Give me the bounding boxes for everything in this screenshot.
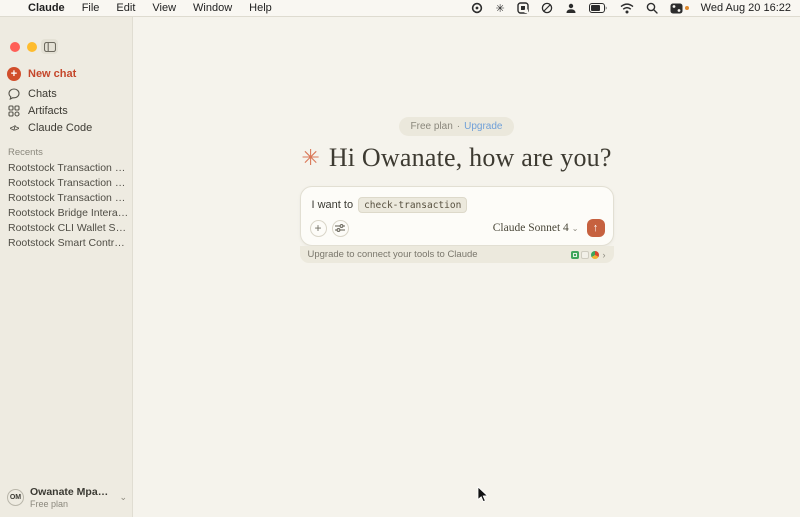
claude-menubar-icon[interactable]: ✳ <box>495 2 504 15</box>
app-badge-icon[interactable] <box>517 2 529 15</box>
chevron-down-icon: ⌄ <box>572 224 579 233</box>
send-button[interactable]: ↑ <box>587 219 605 237</box>
menu-file[interactable]: File <box>82 2 100 14</box>
avatar: OM <box>7 489 24 506</box>
plan-badge-text: Free plan <box>411 121 453 132</box>
minimize-window-button[interactable] <box>27 42 37 52</box>
connect-tools-banner[interactable]: Upgrade to connect your tools to Claude … <box>300 246 614 263</box>
sidebar-item-label: Chats <box>28 88 57 100</box>
artifacts-grid-icon <box>7 105 21 117</box>
main-content: Free plan · Upgrade ✳ Hi Owanate, how ar… <box>133 17 800 517</box>
connect-tools-label: Upgrade to connect your tools to Claude <box>308 249 571 260</box>
user-plan: Free plan <box>30 499 113 509</box>
recent-chat-item[interactable]: Rootstock Transaction Verification <box>8 177 130 189</box>
greeting-text: Hi Owanate, how are you? <box>329 143 612 173</box>
tool-app-icons <box>571 251 599 259</box>
menubar-clock[interactable]: Wed Aug 20 16:22 <box>701 2 791 14</box>
tool-icon-gray <box>581 251 589 259</box>
code-token-pill: check-transaction <box>358 197 467 213</box>
upgrade-link[interactable]: Upgrade <box>464 121 502 132</box>
shield-slash-icon[interactable] <box>541 2 553 15</box>
attach-button[interactable]: + <box>310 220 327 237</box>
recent-chat-item[interactable]: Rootstock Bridge Interaction <box>8 207 130 219</box>
menubar: Claude File Edit View Window Help ✳ <box>0 0 800 17</box>
tools-settings-button[interactable] <box>332 220 349 237</box>
recent-chat-item[interactable]: Rootstock Transaction Verification <box>8 192 130 204</box>
claude-starburst-icon: ✳ <box>301 147 319 169</box>
composer-input[interactable]: I want to check-transaction <box>312 197 468 213</box>
close-window-button[interactable] <box>10 42 20 52</box>
spotlight-search-icon[interactable] <box>646 2 658 15</box>
sidebar-item-label: Claude Code <box>28 122 92 134</box>
model-name: Claude Sonnet 4 <box>493 222 569 234</box>
recent-chat-item[interactable]: Rootstock Transaction Check <box>8 162 130 174</box>
user-name: Owanate Mpakaboari A... <box>30 486 113 498</box>
tool-icon-green <box>571 251 579 259</box>
message-composer[interactable]: I want to check-transaction + Claude Son… <box>300 186 614 246</box>
dot-circle-icon[interactable] <box>471 2 483 15</box>
user-account-button[interactable]: OM Owanate Mpakaboari A... Free plan ⌄ <box>7 486 127 509</box>
sidebar-item-chats[interactable]: Chats <box>7 88 57 100</box>
battery-icon[interactable] <box>589 2 608 15</box>
menubar-app-name[interactable]: Claude <box>28 2 65 14</box>
wifi-icon[interactable] <box>620 2 634 15</box>
claude-app-window: + New chat Chats Artifacts </> Claude Co… <box>0 17 800 517</box>
sidebar-toggle-button[interactable] <box>41 39 58 54</box>
plus-icon: + <box>7 67 21 81</box>
greeting: ✳ Hi Owanate, how are you? <box>301 143 611 173</box>
tool-icon-multicolor <box>591 251 599 259</box>
sidebar: + New chat Chats Artifacts </> Claude Co… <box>0 17 133 517</box>
plan-badge: Free plan · Upgrade <box>399 117 515 136</box>
user-switch-icon[interactable] <box>565 2 577 15</box>
recent-chat-item[interactable]: Rootstock Smart Contract Deploy... <box>8 237 130 249</box>
recent-chat-item[interactable]: Rootstock CLI Wallet Setup <box>8 222 130 234</box>
sidebar-item-claude-code[interactable]: </> Claude Code <box>7 122 92 134</box>
menu-view[interactable]: View <box>152 2 176 14</box>
sidebar-item-artifacts[interactable]: Artifacts <box>7 105 68 117</box>
composer-typed-text: I want to <box>312 199 354 211</box>
menu-help[interactable]: Help <box>249 2 272 14</box>
model-selector[interactable]: Claude Sonnet 4 ⌄ <box>493 222 579 234</box>
recents-header: Recents <box>8 147 43 158</box>
notification-dot <box>685 6 689 10</box>
sidebar-item-label: Artifacts <box>28 105 68 117</box>
new-chat-button[interactable]: + New chat <box>7 67 76 81</box>
menu-extra-icon[interactable] <box>670 2 689 15</box>
chevron-down-icon: ⌄ <box>119 492 127 503</box>
chevron-right-icon: › <box>603 250 606 260</box>
code-icon: </> <box>7 124 21 133</box>
menu-edit[interactable]: Edit <box>116 2 135 14</box>
chat-bubble-icon <box>7 88 21 100</box>
menu-window[interactable]: Window <box>193 2 232 14</box>
